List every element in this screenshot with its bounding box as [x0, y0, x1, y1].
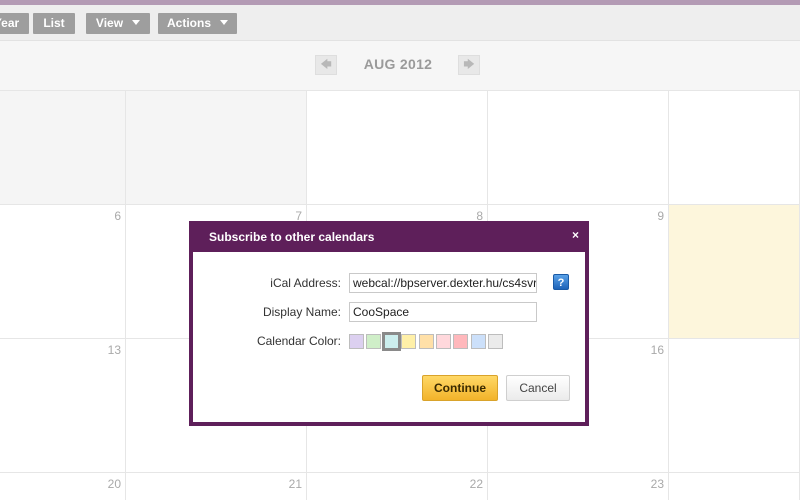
color-swatch[interactable]	[401, 334, 417, 349]
day-cell[interactable]: 13	[0, 339, 126, 473]
month-nav-bar: 🡄 AUG 2012 🡆	[0, 41, 800, 91]
ical-address-input[interactable]: webcal://bpserver.dexter.hu/cs4svr	[349, 273, 537, 293]
view-button-label: View	[95, 16, 124, 30]
month-title: AUG 2012	[363, 56, 433, 72]
color-swatch[interactable]	[453, 334, 469, 349]
chevron-down-icon	[132, 20, 141, 25]
day-cell[interactable]	[669, 91, 800, 205]
day-number: 23	[650, 477, 664, 491]
view-dropdown-button[interactable]: View	[86, 13, 150, 34]
day-number: 6	[114, 209, 121, 223]
arrow-right-icon: 🡆	[463, 59, 475, 71]
calendar-color-label: Calendar Color:	[256, 334, 341, 348]
day-cell[interactable]: 21	[126, 473, 307, 500]
day-number: 21	[288, 477, 302, 491]
day-cell[interactable]: 22	[307, 473, 488, 500]
actions-dropdown-button[interactable]: Actions	[158, 13, 237, 34]
continue-button[interactable]: Continue	[422, 375, 498, 401]
dialog-title: Subscribe to other calendars	[209, 230, 375, 244]
prev-month-button[interactable]: 🡄	[315, 55, 337, 75]
color-swatch[interactable]	[366, 334, 382, 349]
today-cell[interactable]	[669, 205, 800, 339]
next-month-button[interactable]: 🡆	[458, 55, 480, 75]
color-swatch[interactable]	[436, 334, 451, 349]
calendar-app: Year List View Actions 🡄 AUG 2012 🡆 6 7 …	[0, 0, 800, 500]
day-cell[interactable]: 6	[0, 205, 126, 339]
subscribe-dialog: Subscribe to other calendars × iCal Addr…	[189, 221, 589, 426]
day-number: 9	[657, 209, 664, 223]
year-button[interactable]: Year	[0, 13, 29, 34]
list-button-label: List	[43, 16, 65, 30]
day-cell[interactable]: 23	[488, 473, 669, 500]
color-swatch[interactable]	[488, 334, 504, 349]
color-swatch-selected[interactable]	[381, 332, 401, 351]
close-icon[interactable]: ×	[572, 228, 579, 242]
day-number: 22	[469, 477, 483, 491]
color-swatch[interactable]	[418, 334, 434, 349]
color-swatch[interactable]	[349, 334, 364, 349]
year-button-label: Year	[0, 16, 20, 30]
color-swatch[interactable]	[470, 334, 486, 349]
day-cell[interactable]	[669, 473, 800, 500]
dialog-body: iCal Address: webcal://bpserver.dexter.h…	[193, 252, 585, 422]
day-cell[interactable]	[307, 91, 488, 205]
display-name-input[interactable]: CooSpace	[349, 302, 537, 322]
day-cell[interactable]	[488, 91, 669, 205]
arrow-left-icon: 🡄	[320, 59, 332, 71]
toolbar: Year List View Actions	[0, 5, 800, 41]
day-number: 16	[650, 343, 664, 357]
list-button[interactable]: List	[33, 13, 75, 34]
chevron-down-icon	[220, 20, 228, 25]
day-cell[interactable]	[126, 91, 307, 205]
day-cell[interactable]: 20	[0, 473, 126, 500]
day-cell[interactable]	[669, 339, 800, 473]
day-cell[interactable]	[0, 91, 126, 205]
display-name-label: Display Name:	[262, 305, 341, 319]
cancel-button[interactable]: Cancel	[506, 375, 570, 401]
day-number: 20	[107, 477, 121, 491]
actions-button-label: Actions	[166, 16, 211, 30]
day-number: 13	[107, 343, 121, 357]
ical-address-label: iCal Address:	[270, 276, 341, 290]
help-icon[interactable]: ?	[553, 274, 569, 290]
